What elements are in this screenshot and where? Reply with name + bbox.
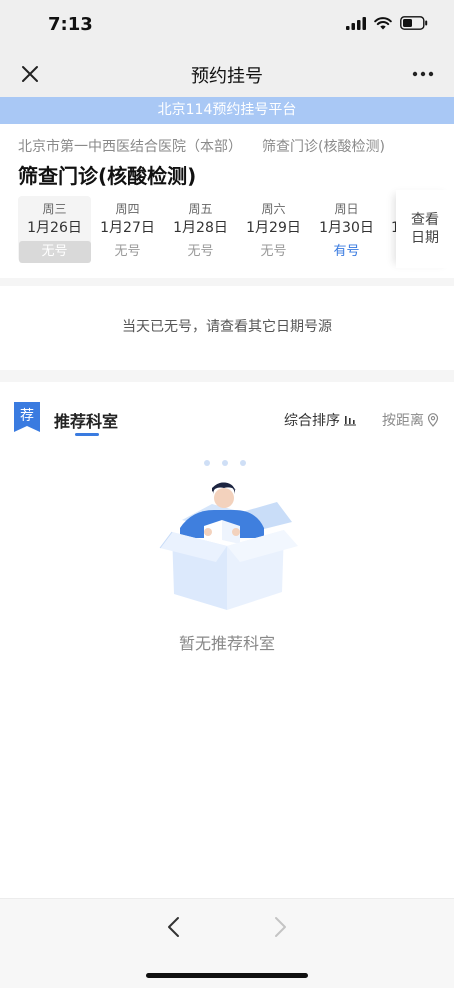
- chevron-right-icon[interactable]: [266, 913, 294, 941]
- dot: [222, 460, 228, 466]
- date-day: 1月27日: [100, 220, 155, 236]
- date-weekday: 周日: [334, 202, 359, 216]
- sort-distance-label: 按距离: [382, 413, 424, 429]
- hospital-name: 北京市第一中西医结合医院（本部）: [18, 139, 242, 155]
- recommend-header: 荐 推荐科室 综合排序 按距离: [0, 382, 454, 442]
- sort-combined-label: 综合排序: [284, 413, 340, 429]
- empty-text: 暂无推荐科室: [178, 634, 275, 653]
- wifi-icon: [374, 16, 392, 29]
- sort-bars-icon: [344, 416, 356, 426]
- sort-distance-button[interactable]: 按距离: [382, 410, 439, 430]
- recommend-badge-char: 荐: [20, 408, 34, 424]
- recommend-tab-underline: [75, 433, 99, 436]
- sort-combined-button[interactable]: 综合排序: [284, 410, 356, 430]
- date-status: 无号: [260, 244, 287, 259]
- date-status: 无号: [114, 244, 141, 259]
- date-weekday: 周五: [188, 202, 213, 216]
- date-weekday: 周三: [42, 202, 67, 216]
- nav-title: 预约挂号: [191, 66, 263, 87]
- status-time: 7:13: [48, 14, 93, 35]
- section-divider: [0, 278, 454, 286]
- date-status-available: 有号: [333, 244, 360, 259]
- date-day: 1月26日: [27, 220, 82, 236]
- date-status: 无号: [187, 244, 214, 259]
- date-item-0127[interactable]: 周四 1月27日 无号: [91, 196, 164, 262]
- signal-icon: [346, 16, 366, 30]
- status-icons: [346, 16, 428, 30]
- view-dates-label: 查看日期: [411, 212, 439, 246]
- date-item-0130[interactable]: 周日 1月30日 有号: [310, 196, 383, 262]
- empty-box-illustration: [159, 482, 298, 610]
- empty-state: 暂无推荐科室: [0, 442, 454, 898]
- hospital-info: 北京市第一中西医结合医院（本部） 筛查门诊(核酸检测) 筛查门诊(核酸检测) 周三…: [0, 124, 454, 278]
- chevron-left-icon[interactable]: [160, 913, 188, 941]
- home-indicator[interactable]: [146, 973, 308, 978]
- recommend-title: 推荐科室: [54, 412, 119, 431]
- date-item-0126[interactable]: 周三 1月26日 无号: [18, 196, 91, 263]
- no-slot-area: 当天已无号，请查看其它日期号源: [0, 286, 454, 370]
- date-item-0129[interactable]: 周六 1月29日 无号: [237, 196, 310, 262]
- date-item-0128[interactable]: 周五 1月28日 无号: [164, 196, 237, 262]
- status-bar: 7:13: [0, 0, 454, 52]
- nav-bar: 预约挂号: [0, 52, 454, 97]
- date-day: 1月29日: [246, 220, 301, 236]
- loading-dots: [204, 460, 246, 466]
- section-divider: [0, 370, 454, 382]
- recommend-badge-icon: 荐: [14, 402, 40, 432]
- date-status: 无号: [18, 241, 91, 263]
- location-icon: [427, 413, 439, 427]
- no-slot-message: 当天已无号，请查看其它日期号源: [122, 319, 332, 335]
- bottom-toolbar: [0, 898, 454, 988]
- dot: [204, 460, 210, 466]
- date-day: 1月28日: [173, 220, 228, 236]
- page-title: 筛查门诊(核酸检测): [18, 164, 197, 188]
- more-icon[interactable]: [410, 62, 436, 86]
- date-weekday: 周六: [261, 202, 286, 216]
- platform-banner: 北京114预约挂号平台: [0, 97, 454, 124]
- view-dates-button[interactable]: 查看日期: [396, 190, 454, 268]
- date-weekday: 周四: [115, 202, 140, 216]
- date-day: 1月30日: [319, 220, 374, 236]
- clinic-name: 筛查门诊(核酸检测): [262, 139, 385, 155]
- breadcrumb: 北京市第一中西医结合医院（本部） 筛查门诊(核酸检测): [18, 136, 385, 156]
- dot: [240, 460, 246, 466]
- date-strip: 周三 1月26日 无号 周四 1月27日 无号 周五 1月28日 无号 周六 1…: [18, 190, 454, 268]
- battery-icon: [400, 16, 428, 30]
